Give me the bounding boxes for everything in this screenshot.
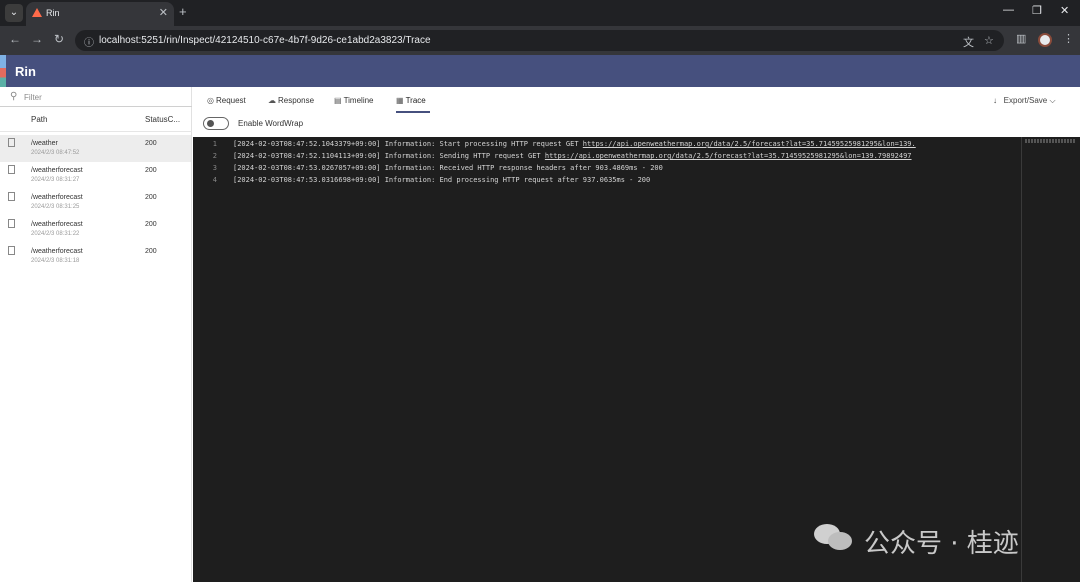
browser-menu-icon[interactable]: ⋮ [1063,32,1074,45]
filter-input[interactable] [24,90,184,104]
trace-line[interactable]: [2024-02-03T08:47:52.1104113+09:00] Info… [233,152,912,160]
tab-label: Request [215,96,246,105]
document-icon [8,219,15,228]
trace-icon: ▦ [396,96,404,105]
row-timestamp: 2024/2/3 08:31:18 [31,258,80,264]
translate-icon[interactable]: 文 [963,34,974,50]
eye-icon: ◎ [207,96,214,105]
app-title: Rin [15,64,36,79]
tab-trace[interactable]: ▦ Trace [396,96,426,105]
forward-button[interactable]: → [31,32,43,46]
row-timestamp: 2024/2/3 08:31:25 [31,204,80,210]
row-path: /weatherforecast [31,194,83,201]
reload-button[interactable]: ↻ [54,32,64,46]
row-timestamp: 2024/2/3 08:47:52 [31,150,80,156]
wechat-icon-secondary [828,532,852,550]
rin-favicon-icon [32,8,42,17]
row-path: /weatherforecast [31,221,83,228]
row-status: 200 [145,248,157,255]
filter-box[interactable]: ⚲ [0,87,192,107]
side-panel-icon[interactable]: ▥ [1016,32,1026,45]
row-path: /weather [31,140,58,147]
trace-text: [2024-02-03T08:47:52.1104113+09:00] Info… [233,152,545,160]
list-item[interactable]: /weatherforecast 2024/2/3 08:31:25 200 [0,189,191,216]
app-header: Rin [0,55,1080,87]
header-divider [0,131,192,132]
toggle-knob [207,120,214,127]
tab-label: Timeline [343,96,374,105]
timeline-icon: ▤ [334,96,342,105]
tab-search-button[interactable]: ⌄ [5,4,23,22]
trace-text: [2024-02-03T08:47:52.1043379+09:00] Info… [233,140,583,148]
bookmark-star-icon[interactable]: ☆ [984,34,994,47]
list-item[interactable]: /weatherforecast 2024/2/3 08:31:27 200 [0,162,191,189]
document-icon [8,246,15,255]
restore-button[interactable]: ❐ [1032,4,1042,17]
document-icon [8,138,15,147]
close-window-button[interactable]: ✕ [1060,4,1069,17]
trace-text: [2024-02-03T08:47:53.0316698+09:00] Info… [233,176,651,184]
browser-toolbar: ← → ↻ ⓘ localhost:5251/rin/Inspect/42124… [0,26,1080,55]
inspect-tabs: ◎ Request ☁ Response ▤ Timeline ▦ Trace ↓ Ex… [193,87,1080,113]
row-timestamp: 2024/2/3 08:31:27 [31,177,80,183]
download-icon: ↓ [993,96,997,105]
trace-line[interactable]: [2024-02-03T08:47:53.0267057+09:00] Info… [233,164,663,172]
info-icon[interactable]: ⓘ [84,34,94,49]
row-timestamp: 2024/2/3 08:31:22 [31,231,80,237]
minimize-button[interactable]: — [1003,4,1014,16]
url-text[interactable]: localhost:5251/rin/Inspect/42124510-c67e… [99,35,431,46]
document-icon [8,192,15,201]
trace-line[interactable]: [2024-02-03T08:47:52.1043379+09:00] Info… [233,140,916,148]
active-tab-indicator [396,111,430,113]
browser-tabstrip: ⌄ Rin ✕ + — ❐ ✕ [0,0,1080,26]
minimap-divider [1021,137,1022,582]
row-path: /weatherforecast [31,248,83,255]
request-list-sidebar: ⚲ Path StatusC... /weather 2024/2/3 08:4… [0,87,192,582]
trace-link[interactable]: https://api.openweathermap.org/data/2.5/… [583,140,916,148]
cloud-icon: ☁ [268,96,276,105]
trace-line[interactable]: [2024-02-03T08:47:53.0316698+09:00] Info… [233,176,650,184]
wordwrap-toggle[interactable] [203,117,229,130]
search-icon: ⚲ [10,91,18,102]
tab-timeline[interactable]: ▤ Timeline [334,96,374,105]
row-status: 200 [145,194,157,201]
column-header-path[interactable]: Path [31,115,47,124]
address-bar[interactable]: ⓘ localhost:5251/rin/Inspect/42124510-c6… [75,30,1004,51]
trace-text: [2024-02-03T08:47:53.0267057+09:00] Info… [233,164,663,172]
tab-close-icon[interactable]: ✕ [159,6,168,19]
app-accent-bar [0,55,6,87]
minimap[interactable] [1025,139,1075,143]
list-item[interactable]: /weatherforecast 2024/2/3 08:31:22 200 [0,216,191,243]
tab-label: Trace [405,96,426,105]
row-status: 200 [145,140,157,147]
trace-link[interactable]: https://api.openweathermap.org/data/2.5/… [545,152,912,160]
trace-editor[interactable]: 1 [2024-02-03T08:47:52.1043379+09:00] In… [193,137,1080,582]
document-icon [8,165,15,174]
line-number: 3 [212,164,217,172]
tab-label: Response [278,96,315,105]
watermark-text: 公众号 · 桂迹 [864,529,1019,559]
profile-avatar[interactable] [1038,33,1052,47]
new-tab-button[interactable]: + [179,4,187,19]
tab-request[interactable]: ◎ Request [207,96,246,105]
list-item[interactable]: /weather 2024/2/3 08:47:52 200 [0,135,191,162]
line-number: 1 [212,140,217,148]
row-status: 200 [145,221,157,228]
wordwrap-label: Enable WordWrap [238,119,304,128]
row-path: /weatherforecast [31,167,83,174]
tab-title: Rin [46,8,60,18]
export-label: Export/Save [1003,96,1048,105]
browser-tab[interactable]: Rin ✕ [26,2,174,26]
row-status: 200 [145,167,157,174]
list-item[interactable]: /weatherforecast 2024/2/3 08:31:18 200 [0,243,191,270]
tab-response[interactable]: ☁ Response [268,96,314,105]
line-number: 2 [212,152,217,160]
line-number: 4 [212,176,217,184]
chevron-down-icon: ⌵ [1049,96,1056,105]
column-header-status[interactable]: StatusC... [145,115,180,124]
export-save-button[interactable]: ↓ Export/Save ⌵ [993,96,1056,106]
inspect-panel: ◎ Request ☁ Response ▤ Timeline ▦ Trace ↓ Ex… [193,87,1080,582]
back-button[interactable]: ← [9,32,21,46]
